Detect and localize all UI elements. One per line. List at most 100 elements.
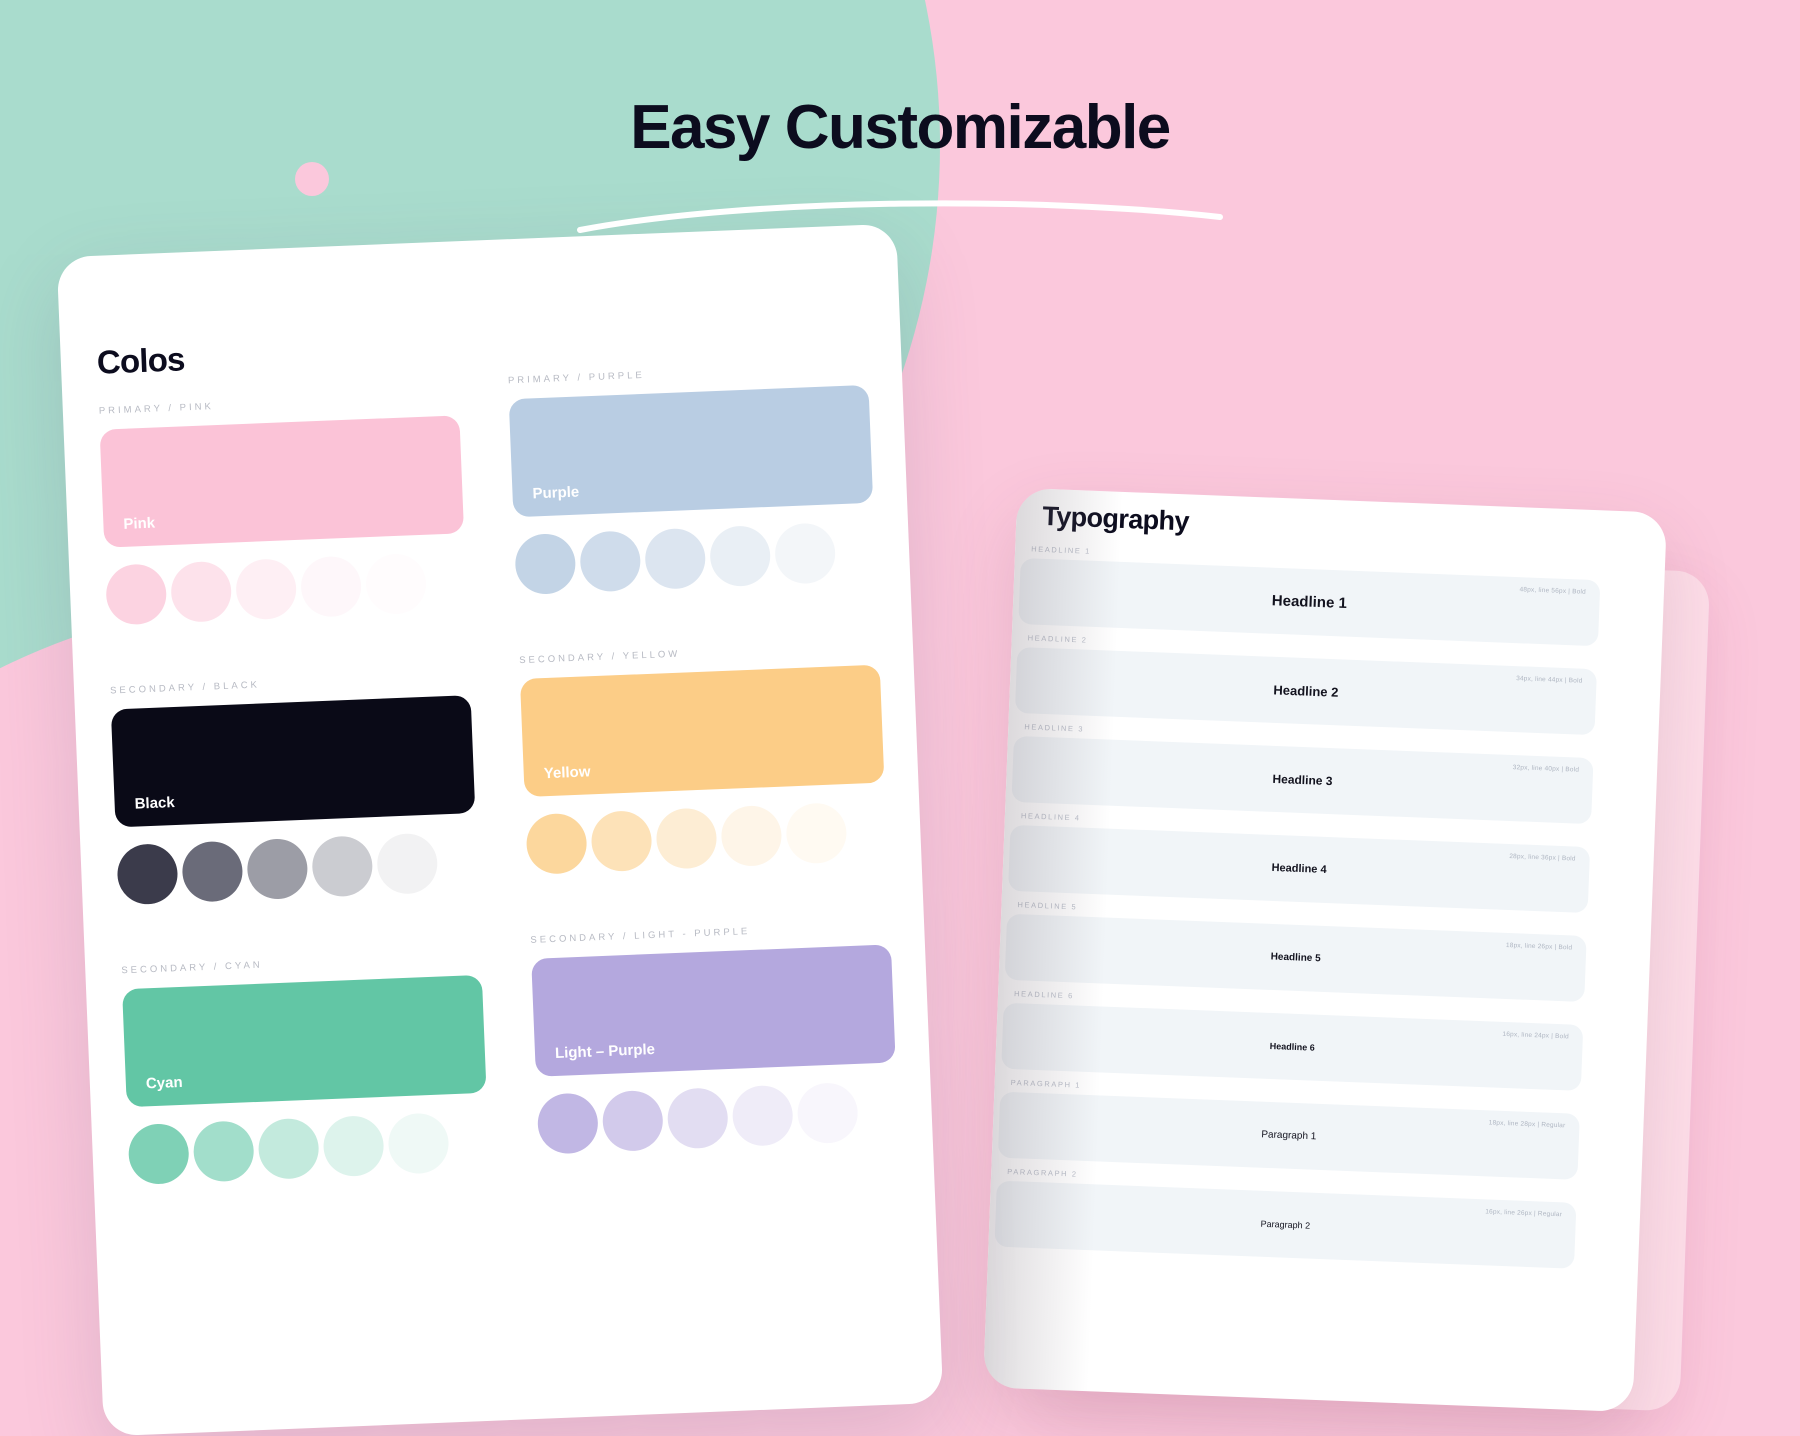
typography-card-content: Typography HEADLINE 1 Headline 1 48px, lin… [983, 488, 1667, 1412]
color-swatch-label: Yellow [543, 763, 591, 783]
color-swatch[interactable]: Cyan [122, 974, 487, 1108]
typography-row[interactable]: HEADLINE 4 Headline 4 28px, line 36px | Bo… [1008, 811, 1610, 915]
typography-row-tag: PARAGRAPH 1 [1010, 1078, 1082, 1090]
color-tint-circle[interactable] [105, 563, 168, 626]
typography-spec-text: 34px, line 44px | Bold [1515, 675, 1583, 685]
color-section: SECONDARY / YELLOW Yellow [519, 641, 888, 875]
color-tint-row [536, 1080, 899, 1155]
typography-spec-text: 28px, line 36px | Bold [1509, 853, 1576, 863]
typography-row-bar: Headline 4 28px, line 36px | Bold [1008, 824, 1591, 914]
typography-sample-text: Headline 4 [1271, 861, 1327, 876]
color-tint-circle[interactable] [299, 555, 363, 618]
color-tint-circle[interactable] [116, 843, 179, 906]
typography-spec-text: 18px, line 28px | Regular [1488, 1119, 1566, 1130]
typography-row[interactable]: HEADLINE 6 Headline 6 16px, line 24px | Bo… [1001, 989, 1603, 1093]
typography-row-tag: HEADLINE 3 [1024, 722, 1085, 734]
typography-row[interactable]: PARAGRAPH 1 Paragraph 1 18px, line 28px | … [997, 1078, 1600, 1182]
color-tint-row [127, 1111, 490, 1186]
typography-row-tag: HEADLINE 2 [1027, 633, 1088, 645]
typography-sample-text: Headline 1 [1271, 592, 1348, 613]
colors-card-title: Colos [96, 340, 186, 381]
color-section-tag: SECONDARY / LIGHT - PURPLE [530, 926, 751, 946]
color-tint-circle[interactable] [731, 1084, 794, 1147]
color-swatch-label: Pink [123, 514, 156, 533]
color-swatch[interactable]: Light – Purple [531, 944, 896, 1077]
typography-row-bar: Headline 2 34px, line 44px | Bold [1014, 646, 1597, 736]
color-section-tag: SECONDARY / YELLOW [518, 648, 681, 667]
color-tint-circle[interactable] [579, 530, 642, 593]
typography-row-bar: Headline 1 48px, line 56px | Bold [1018, 558, 1601, 647]
color-tint-circle[interactable] [387, 1112, 450, 1175]
color-tint-circle[interactable] [364, 552, 428, 616]
color-tint-circle[interactable] [246, 837, 309, 901]
color-swatch-label: Purple [532, 483, 580, 503]
typography-row[interactable]: HEADLINE 2 Headline 2 34px, line 44px | Bo… [1014, 633, 1617, 737]
typography-row[interactable]: HEADLINE 3 Headline 3 32px, line 40px | Bo… [1011, 722, 1613, 826]
typography-card[interactable]: Typography HEADLINE 1 Headline 1 48px, lin… [982, 487, 1668, 1413]
color-tint-circle[interactable] [536, 1092, 600, 1155]
color-swatch-label: Light – Purple [554, 1040, 656, 1062]
color-section-tag: PRIMARY / PINK [98, 401, 215, 417]
color-section: PRIMARY / PURPLE Purple [507, 361, 877, 596]
colors-card[interactable]: Colos PRIMARY / PINK Pink PRIMARY / PURPLE… [56, 223, 944, 1436]
typography-row-tag: PARAGRAPH 2 [1007, 1166, 1078, 1179]
color-tint-circle[interactable] [181, 840, 244, 903]
typography-row-list: HEADLINE 1 Headline 1 48px, line 56px | Bo… [994, 544, 1621, 1285]
typography-row-bar: Headline 3 32px, line 40px | Bold [1011, 735, 1594, 825]
pink-dot [295, 162, 329, 196]
typography-row[interactable]: HEADLINE 1 Headline 1 48px, line 56px | Bo… [1018, 544, 1620, 648]
color-tint-circle[interactable] [601, 1089, 664, 1153]
color-tint-circle[interactable] [709, 524, 772, 588]
color-tint-circle[interactable] [311, 835, 374, 898]
color-tint-circle[interactable] [514, 532, 577, 596]
color-tint-circle[interactable] [590, 809, 653, 873]
typography-row[interactable]: HEADLINE 5 Headline 5 18px, line 26px | Bo… [1004, 900, 1607, 1004]
color-tint-circle[interactable] [644, 527, 707, 590]
color-tint-circle[interactable] [785, 802, 848, 865]
color-section: PRIMARY / PINK Pink [98, 391, 468, 626]
color-swatch[interactable]: Purple [508, 384, 874, 518]
color-tint-circle[interactable] [796, 1081, 859, 1145]
typography-sample-text: Headline 3 [1272, 771, 1333, 789]
typography-sample-text: Headline 6 [1269, 1040, 1315, 1053]
color-tint-circle[interactable] [127, 1122, 190, 1186]
typography-spec-text: 16px, line 26px | Regular [1485, 1208, 1563, 1219]
color-tint-circle[interactable] [192, 1120, 255, 1183]
color-section-tag: PRIMARY / PURPLE [507, 369, 645, 387]
color-swatch[interactable]: Yellow [519, 664, 885, 797]
color-swatch-label: Black [134, 794, 176, 813]
color-tint-circle[interactable] [666, 1087, 729, 1150]
typography-spec-text: 16px, line 24px | Bold [1502, 1030, 1569, 1041]
color-section-tag: SECONDARY / CYAN [121, 959, 263, 977]
typography-row-tag: HEADLINE 5 [1017, 900, 1078, 912]
color-section-grid: PRIMARY / PINK Pink PRIMARY / PURPLE Purple… [98, 370, 900, 1186]
color-swatch-label: Cyan [145, 1073, 183, 1093]
color-tint-row [116, 831, 478, 906]
typography-card-title: Typography [1041, 500, 1190, 537]
color-swatch[interactable]: Pink [99, 415, 465, 548]
typography-row-tag: HEADLINE 4 [1020, 811, 1081, 823]
color-tint-circle[interactable] [322, 1114, 385, 1178]
typography-spec-text: 48px, line 56px | Bold [1519, 586, 1587, 596]
color-tint-circle[interactable] [234, 558, 298, 621]
typography-row[interactable]: PARAGRAPH 2 Paragraph 2 16px, line 26px | … [994, 1167, 1596, 1271]
color-tint-circle[interactable] [525, 812, 588, 875]
page-title: Easy Customizable [630, 93, 1171, 162]
underline-swoosh [577, 200, 1223, 233]
color-section: SECONDARY / BLACK Black [109, 671, 479, 906]
typography-row-bar: Paragraph 1 18px, line 28px | Regular [997, 1091, 1580, 1180]
color-section: SECONDARY / CYAN Cyan [121, 951, 490, 1186]
color-tint-circle[interactable] [773, 522, 837, 585]
typography-spec-text: 32px, line 40px | Bold [1512, 764, 1580, 774]
color-tint-circle[interactable] [170, 560, 233, 623]
color-tint-circle[interactable] [257, 1117, 320, 1180]
color-section-tag: SECONDARY / BLACK [109, 679, 261, 697]
color-tint-circle[interactable] [720, 804, 783, 868]
colors-card-content: Colos PRIMARY / PINK Pink PRIMARY / PURPLE… [57, 224, 944, 1436]
color-tint-circle[interactable] [655, 807, 718, 870]
color-tint-row [525, 801, 887, 875]
typography-row-bar: Headline 6 16px, line 24px | Bold [1001, 1002, 1584, 1091]
typography-row-tag: HEADLINE 1 [1031, 544, 1092, 556]
color-tint-circle[interactable] [376, 832, 439, 895]
color-swatch[interactable]: Black [110, 695, 476, 828]
